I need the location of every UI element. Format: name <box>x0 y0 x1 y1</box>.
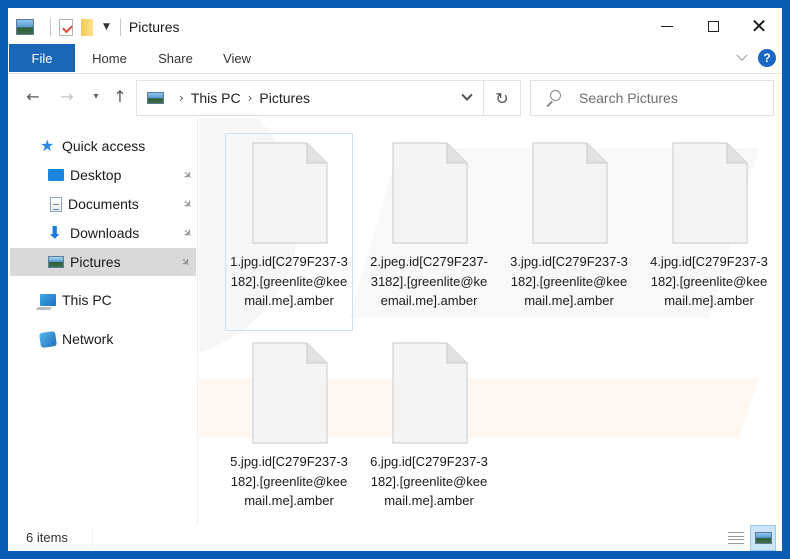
quick-access-toolbar: ▼ Pictures <box>16 17 180 37</box>
up-button[interactable]: ↑ <box>110 86 130 106</box>
documents-icon <box>50 196 62 212</box>
breadcrumb-chevron-icon[interactable]: › <box>248 91 253 105</box>
details-view-icon-line <box>728 539 744 541</box>
sidebar-item-label: Downloads <box>70 225 140 241</box>
file-explorer-window: ▼ Pictures ✕ File Home Share View ? ← → … <box>8 8 782 551</box>
sidebar-item-network[interactable]: Network <box>8 325 198 353</box>
status-divider <box>92 529 93 547</box>
large-icons-view-icon <box>754 532 772 544</box>
close-icon: ✕ <box>750 14 768 38</box>
sidebar-item-documents[interactable]: Documents ✈ <box>8 190 198 218</box>
address-dropdown-icon[interactable] <box>459 90 475 106</box>
sidebar-item-label: Documents <box>68 196 139 212</box>
expand-ribbon-chevron-icon[interactable] <box>734 50 750 66</box>
status-bar: 6 items <box>8 525 782 551</box>
star-icon: ★ <box>40 137 55 155</box>
file-item[interactable]: 6.jpg.id[C279F237-3182].[greenlite@keema… <box>365 333 493 525</box>
navigation-pane: ★ Quick access Desktop ✈ Documents ✈ ⬇ D… <box>8 118 198 525</box>
file-item[interactable]: 3.jpg.id[C279F237-3182].[greenlite@keema… <box>505 133 633 331</box>
file-name: 4.jpg.id[C279F237-3182].[greenlite@keema… <box>650 254 768 308</box>
ribbon-tabs: File Home Share View ? <box>8 44 782 74</box>
downloads-icon: ⬇ <box>48 224 62 242</box>
search-input[interactable] <box>579 90 759 106</box>
details-view-button[interactable] <box>726 529 746 547</box>
file-item[interactable]: 4.jpg.id[C279F237-3182].[greenlite@keema… <box>645 133 773 331</box>
details-view-icon <box>728 532 744 534</box>
window-title: Pictures <box>128 19 180 35</box>
blank-file-icon <box>252 142 328 244</box>
file-item[interactable]: 2.jpeg.id[C279F237-3182].[greenlite@keem… <box>365 133 493 331</box>
sidebar-item-label: Network <box>62 331 114 347</box>
pin-icon[interactable]: ✈ <box>180 196 196 212</box>
desktop-icon <box>48 169 64 181</box>
file-name: 5.jpg.id[C279F237-3182].[greenlite@keema… <box>230 454 348 508</box>
sidebar-item-quick-access[interactable]: ★ Quick access <box>8 132 198 160</box>
details-view-icon-line <box>728 542 744 544</box>
sidebar-item-pictures[interactable]: Pictures ✈ <box>10 248 196 276</box>
tab-file[interactable]: File <box>9 44 75 72</box>
sidebar-item-this-pc[interactable]: This PC <box>8 286 198 314</box>
pictures-folder-icon <box>16 19 34 35</box>
item-count: 6 items <box>26 530 68 545</box>
minimize-button[interactable] <box>644 8 690 44</box>
tab-view[interactable]: View <box>211 44 263 72</box>
title-bar: ▼ Pictures ✕ <box>8 8 782 44</box>
address-bar[interactable]: › This PC › Pictures <box>136 80 484 116</box>
properties-icon[interactable] <box>59 18 73 36</box>
large-icons-view-button[interactable] <box>750 525 776 551</box>
file-name: 1.jpg.id[C279F237-3182].[greenlite@keema… <box>230 254 348 308</box>
breadcrumb-this-pc[interactable]: This PC <box>191 90 241 106</box>
tab-share[interactable]: Share <box>148 44 203 72</box>
tab-home[interactable]: Home <box>82 44 137 72</box>
customize-dropdown-icon[interactable]: ▼ <box>103 22 110 32</box>
pin-icon[interactable]: ✈ <box>180 225 196 241</box>
breadcrumb-pictures[interactable]: Pictures <box>259 90 310 106</box>
recent-locations-chevron-icon[interactable]: ▾ <box>88 86 104 106</box>
minimize-icon <box>661 25 673 27</box>
sidebar-item-label: Quick access <box>62 138 146 154</box>
file-name: 2.jpeg.id[C279F237-3182].[greenlite@keem… <box>370 254 488 308</box>
refresh-button[interactable]: ↻ <box>484 80 521 116</box>
sidebar-item-label: Pictures <box>70 254 121 270</box>
blank-file-icon <box>672 142 748 244</box>
blank-file-icon <box>392 342 468 444</box>
sidebar-item-label: Desktop <box>70 167 122 183</box>
pin-icon[interactable]: ✈ <box>180 167 196 183</box>
help-button[interactable]: ? <box>758 49 776 67</box>
maximize-icon <box>707 20 719 32</box>
file-list-view[interactable]: 1.jpg.id[C279F237-3182].[greenlite@keema… <box>199 118 782 525</box>
details-view-icon-line <box>728 535 744 537</box>
file-name: 3.jpg.id[C279F237-3182].[greenlite@keema… <box>510 254 628 308</box>
sidebar-item-label: This PC <box>62 292 112 308</box>
close-button[interactable]: ✕ <box>736 8 782 44</box>
network-icon <box>39 330 57 348</box>
breadcrumb-chevron-icon[interactable]: › <box>179 91 184 105</box>
file-item[interactable]: 1.jpg.id[C279F237-3182].[greenlite@keema… <box>225 133 353 331</box>
forward-button[interactable]: → <box>56 86 78 106</box>
new-folder-icon[interactable] <box>81 18 93 36</box>
computer-icon <box>40 294 56 306</box>
back-button[interactable]: ← <box>22 86 44 106</box>
sidebar-item-downloads[interactable]: ⬇ Downloads ✈ <box>8 219 198 247</box>
window-controls: ✕ <box>644 8 782 44</box>
pin-icon[interactable]: ✈ <box>178 254 194 270</box>
file-name: 6.jpg.id[C279F237-3182].[greenlite@keema… <box>370 454 488 508</box>
navigation-bar: ← → ▾ ↑ › This PC › Pictures ↻ <box>8 74 782 118</box>
blank-file-icon <box>532 142 608 244</box>
toolbar-divider <box>119 18 121 36</box>
search-box[interactable] <box>530 80 774 116</box>
file-item[interactable]: 5.jpg.id[C279F237-3182].[greenlite@keema… <box>225 333 353 525</box>
toolbar-divider <box>50 18 51 36</box>
blank-file-icon <box>252 342 328 444</box>
blank-file-icon <box>392 142 468 244</box>
maximize-button[interactable] <box>690 8 736 44</box>
search-icon <box>545 90 561 106</box>
pictures-location-icon <box>147 92 164 104</box>
pictures-icon <box>48 256 64 268</box>
sidebar-item-desktop[interactable]: Desktop ✈ <box>8 161 198 189</box>
